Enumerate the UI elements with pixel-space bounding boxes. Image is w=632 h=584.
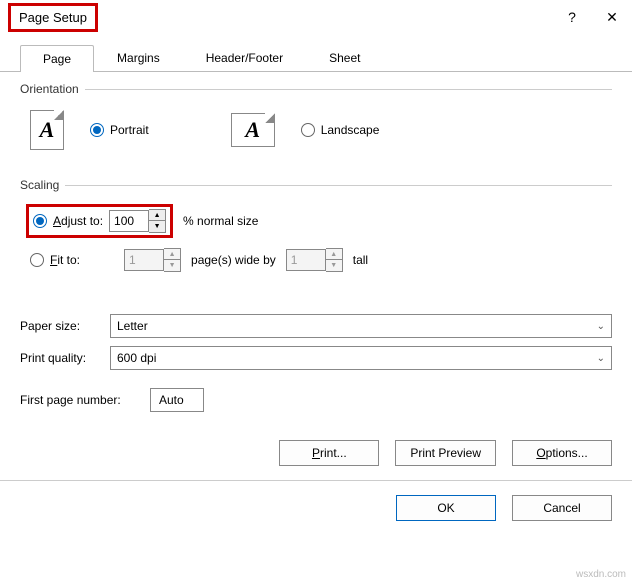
watermark: wsxdn.com [576, 569, 626, 580]
landscape-label: Landscape [321, 123, 380, 137]
window-title: Page Setup [8, 3, 98, 32]
paper-size-label: Paper size: [20, 319, 110, 333]
action-row: Print... Print Preview Options... [0, 426, 632, 480]
fit-to-label: Fit to: [50, 253, 80, 267]
adjust-to-highlight: Adjust to: ▲▼ [26, 204, 173, 238]
print-quality-select[interactable]: 600 dpi ⌄ [110, 346, 612, 370]
scaling-group: Scaling Adjust to: ▲▼ % normal size Fit … [20, 178, 612, 282]
tab-margins[interactable]: Margins [94, 44, 183, 71]
adjust-to-radio[interactable]: Adjust to: [33, 214, 103, 228]
options-button[interactable]: Options... [512, 440, 612, 466]
tab-strip: Page Margins Header/Footer Sheet [0, 34, 632, 72]
adjust-to-label: Adjust to: [53, 214, 103, 228]
fit-tall-input[interactable] [286, 249, 326, 271]
title-bar: Page Setup ? ✕ [0, 0, 632, 34]
help-button[interactable]: ? [552, 2, 592, 32]
cancel-button[interactable]: Cancel [512, 495, 612, 521]
landscape-icon: A [231, 113, 275, 147]
close-button[interactable]: ✕ [592, 2, 632, 32]
fit-tall-spinner[interactable]: ▲▼ [286, 248, 343, 272]
spin-up-icon[interactable]: ▲ [149, 210, 165, 221]
print-quality-value: 600 dpi [117, 351, 156, 365]
tab-page[interactable]: Page [20, 45, 94, 72]
dialog-footer: OK Cancel [0, 480, 632, 535]
scaling-legend: Scaling [20, 178, 65, 192]
spin-down-icon[interactable]: ▼ [149, 221, 165, 232]
print-preview-button[interactable]: Print Preview [395, 440, 496, 466]
orientation-legend: Orientation [20, 82, 85, 96]
portrait-label: Portrait [110, 123, 149, 137]
fit-wide-input[interactable] [124, 249, 164, 271]
ok-button[interactable]: OK [396, 495, 496, 521]
portrait-radio[interactable]: Portrait [90, 123, 149, 137]
adjust-to-input[interactable] [109, 210, 149, 232]
first-page-input[interactable]: Auto [150, 388, 204, 412]
print-quality-label: Print quality: [20, 351, 110, 365]
chevron-down-icon: ⌄ [597, 321, 605, 332]
adjust-to-spinner[interactable]: ▲▼ [109, 209, 166, 233]
orientation-group: Orientation A Portrait A Landscape [20, 82, 612, 162]
fit-tall-suffix: tall [353, 253, 368, 267]
adjust-suffix: % normal size [183, 214, 258, 228]
paper-size-value: Letter [117, 319, 148, 333]
first-page-label: First page number: [20, 393, 150, 407]
tab-header-footer[interactable]: Header/Footer [183, 44, 306, 71]
fit-mid-label: page(s) wide by [191, 253, 276, 267]
landscape-radio[interactable]: Landscape [301, 123, 380, 137]
tab-sheet[interactable]: Sheet [306, 44, 383, 71]
paper-size-select[interactable]: Letter ⌄ [110, 314, 612, 338]
fit-wide-spinner[interactable]: ▲▼ [124, 248, 181, 272]
portrait-icon: A [30, 110, 64, 150]
fit-to-radio[interactable]: Fit to: [30, 253, 80, 267]
print-button[interactable]: Print... [279, 440, 379, 466]
chevron-down-icon: ⌄ [597, 353, 605, 364]
